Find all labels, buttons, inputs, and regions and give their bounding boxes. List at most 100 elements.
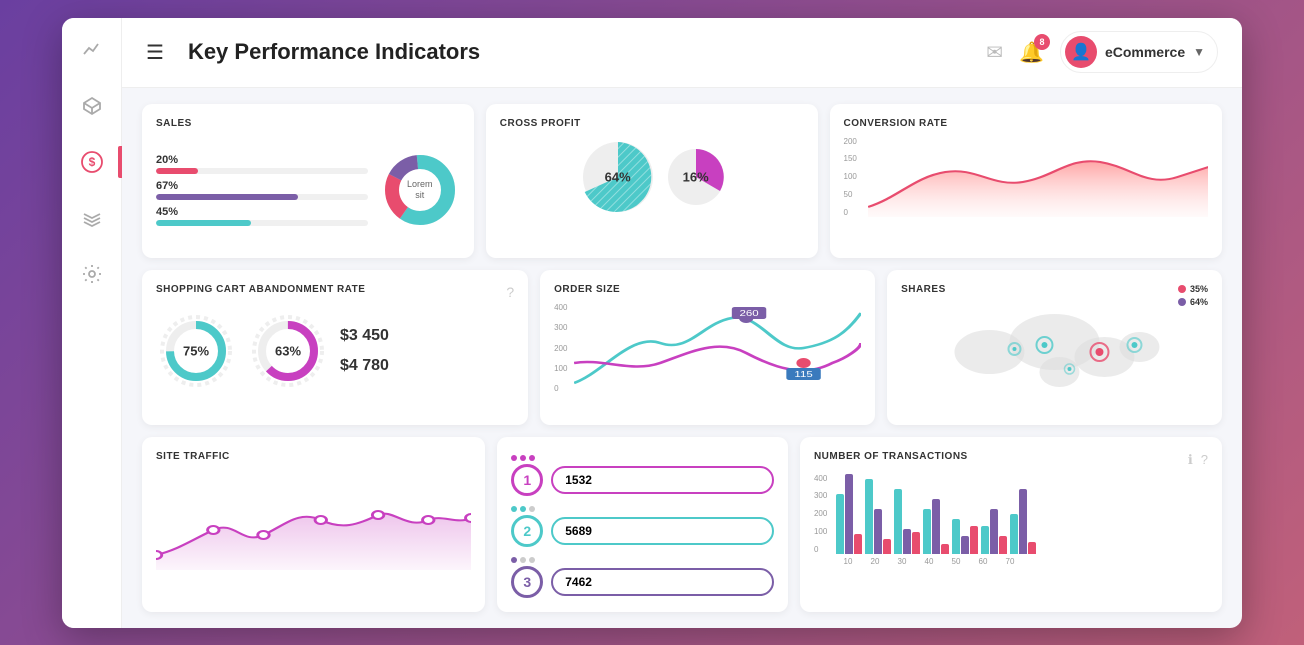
help-icon-trans[interactable]: ? bbox=[1201, 452, 1208, 468]
bar-group-3 bbox=[894, 489, 920, 554]
conv-y-100: 100 bbox=[844, 172, 864, 181]
profit-val-1: 64% bbox=[605, 169, 631, 184]
hamburger-menu[interactable]: ☰ bbox=[146, 40, 164, 65]
x-label-50: 50 bbox=[944, 557, 968, 566]
help-icon[interactable]: ? bbox=[506, 284, 514, 300]
cart-value-2: $4 780 bbox=[340, 357, 514, 375]
trans-y-0: 0 bbox=[814, 545, 832, 554]
rank-number-1: 1 bbox=[511, 464, 543, 496]
shares-legend-2: 64% bbox=[1190, 297, 1208, 307]
world-map bbox=[901, 307, 1208, 397]
notification-badge: 8 bbox=[1034, 34, 1050, 50]
cart-circle-1-value: 75% bbox=[183, 344, 209, 359]
conv-y-150: 150 bbox=[844, 154, 864, 163]
cart-abandonment-widget: SHOPPING CART ABANDONMENT RATE ? bbox=[142, 270, 528, 425]
sidebar-item-dollar[interactable]: $ bbox=[76, 146, 108, 178]
conv-y-200: 200 bbox=[844, 137, 864, 146]
conv-y-0: 0 bbox=[844, 208, 864, 217]
bar-group-4 bbox=[923, 499, 949, 554]
cart-value-1: $3 450 bbox=[340, 327, 514, 345]
rank-bar-2: 5689 bbox=[551, 517, 774, 545]
order-y-400: 400 bbox=[554, 303, 570, 312]
content-area: ☰ Key Performance Indicators ✉ 🔔 8 👤 eCo… bbox=[122, 18, 1242, 628]
rank-bar-3: 7462 bbox=[551, 568, 774, 596]
sidebar-item-cube[interactable] bbox=[76, 90, 108, 122]
transactions-widget: NUMBER OF TRANSACTIONS ℹ ? 400 300 200 1… bbox=[800, 437, 1222, 612]
info-icon[interactable]: ℹ bbox=[1188, 452, 1193, 468]
transactions-icons: ℹ ? bbox=[1188, 452, 1208, 468]
order-size-title: ORDER SIZE bbox=[554, 284, 861, 295]
rank-item-2: 2 5689 bbox=[511, 515, 774, 547]
svg-text:115: 115 bbox=[795, 371, 814, 380]
sales-bar-label-1: 20% bbox=[156, 154, 368, 166]
order-y-0: 0 bbox=[554, 384, 570, 393]
sidebar: $ bbox=[62, 18, 122, 628]
sidebar-item-settings[interactable] bbox=[76, 258, 108, 290]
sales-bar-label-3: 45% bbox=[156, 206, 368, 218]
trans-y-200: 200 bbox=[814, 509, 832, 518]
conversion-rate-widget: CONVERSION RATE 200 150 100 50 0 bbox=[830, 104, 1223, 259]
site-traffic-widget: SITE TRAFFIC bbox=[142, 437, 485, 612]
sales-title: SALES bbox=[156, 118, 460, 129]
x-label-20: 20 bbox=[863, 557, 887, 566]
rank-items: 1 1532 bbox=[511, 455, 774, 598]
x-label-10: 10 bbox=[836, 557, 860, 566]
row-2: SHOPPING CART ABANDONMENT RATE ? bbox=[142, 270, 1222, 425]
trans-y-400: 400 bbox=[814, 474, 832, 483]
sales-donut: Loremsit bbox=[380, 150, 460, 230]
rank-bar-1: 1532 bbox=[551, 466, 774, 494]
bell-wrapper[interactable]: 🔔 8 bbox=[1019, 40, 1044, 65]
cart-circle-2-value: 63% bbox=[275, 344, 301, 359]
rank-value-2: 5689 bbox=[565, 524, 592, 538]
mail-icon[interactable]: ✉ bbox=[986, 40, 1003, 65]
trans-y-300: 300 bbox=[814, 491, 832, 500]
rank-number-3: 3 bbox=[511, 566, 543, 598]
header: ☰ Key Performance Indicators ✉ 🔔 8 👤 eCo… bbox=[122, 18, 1242, 88]
sales-widget: SALES 20% 67% 45% bbox=[142, 104, 474, 259]
rank-list-widget: 1 1532 bbox=[497, 437, 788, 612]
conversion-rate-title: CONVERSION RATE bbox=[844, 118, 1209, 129]
x-label-60: 60 bbox=[971, 557, 995, 566]
rank-number-2: 2 bbox=[511, 515, 543, 547]
shares-title: SHARES bbox=[901, 284, 946, 295]
shares-widget: SHARES 35% 64% bbox=[887, 270, 1222, 425]
sidebar-item-layers[interactable] bbox=[76, 202, 108, 234]
order-y-100: 100 bbox=[554, 364, 570, 373]
donut-label: Loremsit bbox=[407, 179, 433, 201]
bar-group-7 bbox=[1010, 489, 1036, 554]
header-icons: ✉ 🔔 8 👤 eCommerce ▼ bbox=[986, 31, 1218, 73]
sidebar-item-chart[interactable] bbox=[76, 34, 108, 66]
bar-group-2 bbox=[865, 479, 891, 554]
svg-text:260: 260 bbox=[740, 310, 760, 319]
cart-title: SHOPPING CART ABANDONMENT RATE bbox=[156, 284, 365, 295]
page-title: Key Performance Indicators bbox=[188, 39, 974, 65]
bar-chart bbox=[836, 474, 1208, 554]
cross-profit-widget: CROSS PROFIT bbox=[486, 104, 818, 259]
x-label-70: 70 bbox=[998, 557, 1022, 566]
cross-profit-title: CROSS PROFIT bbox=[500, 118, 804, 129]
transactions-title: NUMBER OF TRANSACTIONS bbox=[814, 451, 968, 462]
sales-bar-label-2: 67% bbox=[156, 180, 368, 192]
order-size-widget: ORDER SIZE 400 300 200 100 0 bbox=[540, 270, 875, 425]
main-window: $ ☰ Key Performance Indicators ✉ bbox=[62, 18, 1242, 628]
order-y-300: 300 bbox=[554, 323, 570, 332]
dashboard: SALES 20% 67% 45% bbox=[122, 88, 1242, 628]
rank-item-3: 3 7462 bbox=[511, 566, 774, 598]
user-name: eCommerce bbox=[1105, 44, 1185, 60]
bar-group-5 bbox=[952, 519, 978, 554]
avatar: 👤 bbox=[1065, 36, 1097, 68]
site-traffic-title: SITE TRAFFIC bbox=[156, 451, 471, 462]
x-label-40: 40 bbox=[917, 557, 941, 566]
order-y-200: 200 bbox=[554, 344, 570, 353]
rank-item-1: 1 1532 bbox=[511, 464, 774, 496]
x-label-30: 30 bbox=[890, 557, 914, 566]
row-1: SALES 20% 67% 45% bbox=[142, 104, 1222, 259]
user-section[interactable]: 👤 eCommerce ▼ bbox=[1060, 31, 1218, 73]
bar-group-6 bbox=[981, 509, 1007, 554]
rank-value-1: 1532 bbox=[565, 473, 592, 487]
chevron-down-icon: ▼ bbox=[1193, 45, 1205, 59]
svg-text:$: $ bbox=[88, 155, 95, 169]
transactions-header: NUMBER OF TRANSACTIONS ℹ ? bbox=[814, 451, 1208, 470]
conv-y-50: 50 bbox=[844, 190, 864, 199]
sales-bars: 20% 67% 45% bbox=[156, 154, 368, 226]
